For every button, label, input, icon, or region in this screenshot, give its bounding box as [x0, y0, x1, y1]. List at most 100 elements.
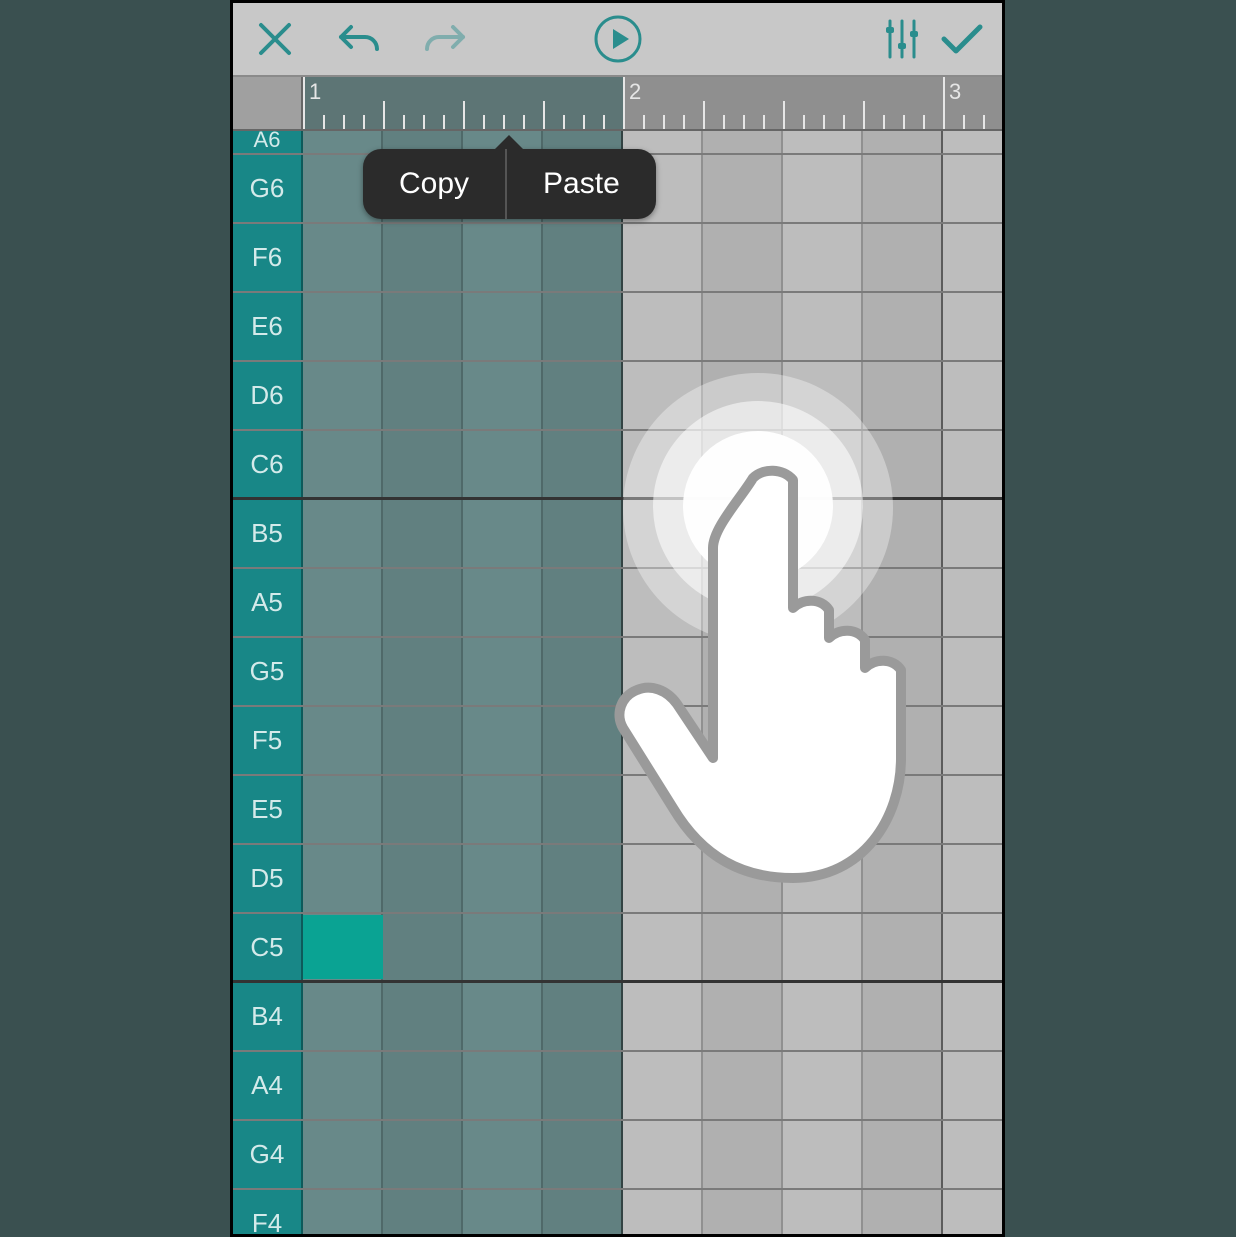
- grid-cell[interactable]: [303, 500, 383, 567]
- grid-cell[interactable]: [703, 983, 783, 1050]
- grid-cell[interactable]: [623, 983, 703, 1050]
- grid-cell[interactable]: [463, 983, 543, 1050]
- grid-cell[interactable]: [783, 293, 863, 360]
- piano-key[interactable]: F5: [233, 707, 303, 774]
- grid-cell[interactable]: [703, 776, 783, 843]
- grid-cell[interactable]: [303, 1190, 383, 1237]
- grid-cell[interactable]: [463, 1190, 543, 1237]
- grid-cell[interactable]: [703, 845, 783, 912]
- grid-cell[interactable]: [783, 707, 863, 774]
- grid-cell[interactable]: [383, 431, 463, 497]
- note-lane[interactable]: [303, 224, 1002, 291]
- note-lane[interactable]: [303, 362, 1002, 429]
- grid-cell[interactable]: [623, 224, 703, 291]
- grid-cell[interactable]: [463, 638, 543, 705]
- grid-cell[interactable]: [543, 224, 623, 291]
- piano-key[interactable]: A6: [233, 131, 303, 153]
- grid-cell[interactable]: [543, 845, 623, 912]
- grid-cell[interactable]: [863, 983, 943, 1050]
- grid-cell[interactable]: [383, 362, 463, 429]
- grid-cell[interactable]: [623, 1121, 703, 1188]
- grid-cell[interactable]: [703, 638, 783, 705]
- grid-cell[interactable]: [943, 431, 1005, 497]
- grid-cell[interactable]: [943, 1052, 1005, 1119]
- grid-cell[interactable]: [943, 155, 1005, 222]
- grid-cell[interactable]: [383, 1121, 463, 1188]
- grid-cell[interactable]: [303, 776, 383, 843]
- piano-key[interactable]: B5: [233, 500, 303, 567]
- grid-cell[interactable]: [863, 845, 943, 912]
- grid-cell[interactable]: [543, 638, 623, 705]
- grid-cell[interactable]: [303, 845, 383, 912]
- piano-key[interactable]: E6: [233, 293, 303, 360]
- grid-cell[interactable]: [703, 224, 783, 291]
- note-lane[interactable]: [303, 983, 1002, 1050]
- grid-cell[interactable]: [303, 224, 383, 291]
- grid-cell[interactable]: [543, 431, 623, 497]
- note-lane[interactable]: [303, 1052, 1002, 1119]
- grid-cell[interactable]: [543, 293, 623, 360]
- grid-cell[interactable]: [943, 362, 1005, 429]
- mixer-button[interactable]: [882, 17, 922, 61]
- grid-cell[interactable]: [383, 845, 463, 912]
- grid-cell[interactable]: [783, 638, 863, 705]
- grid-cell[interactable]: [783, 224, 863, 291]
- grid-cell[interactable]: [783, 983, 863, 1050]
- copy-menu-item[interactable]: Copy: [363, 149, 505, 219]
- grid-cell[interactable]: [783, 845, 863, 912]
- grid-cell[interactable]: [543, 983, 623, 1050]
- grid-cell[interactable]: [783, 131, 863, 153]
- midi-note[interactable]: [303, 915, 383, 979]
- grid-cell[interactable]: [943, 224, 1005, 291]
- grid-cell[interactable]: [463, 569, 543, 636]
- grid-cell[interactable]: [943, 1190, 1005, 1237]
- grid-cell[interactable]: [623, 1052, 703, 1119]
- grid-cell[interactable]: [863, 1052, 943, 1119]
- grid-cell[interactable]: [703, 1121, 783, 1188]
- grid-cell[interactable]: [623, 638, 703, 705]
- grid-cell[interactable]: [383, 707, 463, 774]
- grid-cell[interactable]: [943, 845, 1005, 912]
- grid-cell[interactable]: [623, 845, 703, 912]
- grid-cell[interactable]: [383, 1190, 463, 1237]
- grid-cell[interactable]: [383, 293, 463, 360]
- undo-button[interactable]: [337, 21, 383, 57]
- grid-cell[interactable]: [543, 707, 623, 774]
- grid-cell[interactable]: [703, 1190, 783, 1237]
- grid-cell[interactable]: [543, 362, 623, 429]
- grid-cell[interactable]: [383, 638, 463, 705]
- grid-cell[interactable]: [703, 914, 783, 980]
- grid-cell[interactable]: [623, 707, 703, 774]
- grid-cell[interactable]: [383, 224, 463, 291]
- done-button[interactable]: [940, 21, 984, 57]
- grid-cell[interactable]: [863, 293, 943, 360]
- grid-cell[interactable]: [703, 155, 783, 222]
- close-button[interactable]: [255, 19, 295, 59]
- grid-cell[interactable]: [303, 293, 383, 360]
- grid-cell[interactable]: [783, 914, 863, 980]
- grid-cell[interactable]: [863, 224, 943, 291]
- note-lane[interactable]: [303, 1121, 1002, 1188]
- grid-cell[interactable]: [303, 1121, 383, 1188]
- grid-cell[interactable]: [383, 569, 463, 636]
- grid-cell[interactable]: [303, 983, 383, 1050]
- grid-cell[interactable]: [863, 638, 943, 705]
- note-lane[interactable]: [303, 638, 1002, 705]
- grid-cell[interactable]: [303, 707, 383, 774]
- paste-menu-item[interactable]: Paste: [507, 149, 656, 219]
- grid-cell[interactable]: [383, 914, 463, 980]
- grid-cell[interactable]: [943, 293, 1005, 360]
- grid-cell[interactable]: [863, 131, 943, 153]
- grid-cell[interactable]: [703, 1052, 783, 1119]
- grid-cell[interactable]: [703, 131, 783, 153]
- grid-cell[interactable]: [463, 362, 543, 429]
- grid-cell[interactable]: [943, 707, 1005, 774]
- note-lane[interactable]: [303, 293, 1002, 360]
- grid-cell[interactable]: [863, 362, 943, 429]
- grid-cell[interactable]: [383, 500, 463, 567]
- grid-cell[interactable]: [463, 431, 543, 497]
- grid-cell[interactable]: [943, 776, 1005, 843]
- grid-cell[interactable]: [463, 1052, 543, 1119]
- piano-key[interactable]: C5: [233, 914, 303, 980]
- grid-cell[interactable]: [623, 914, 703, 980]
